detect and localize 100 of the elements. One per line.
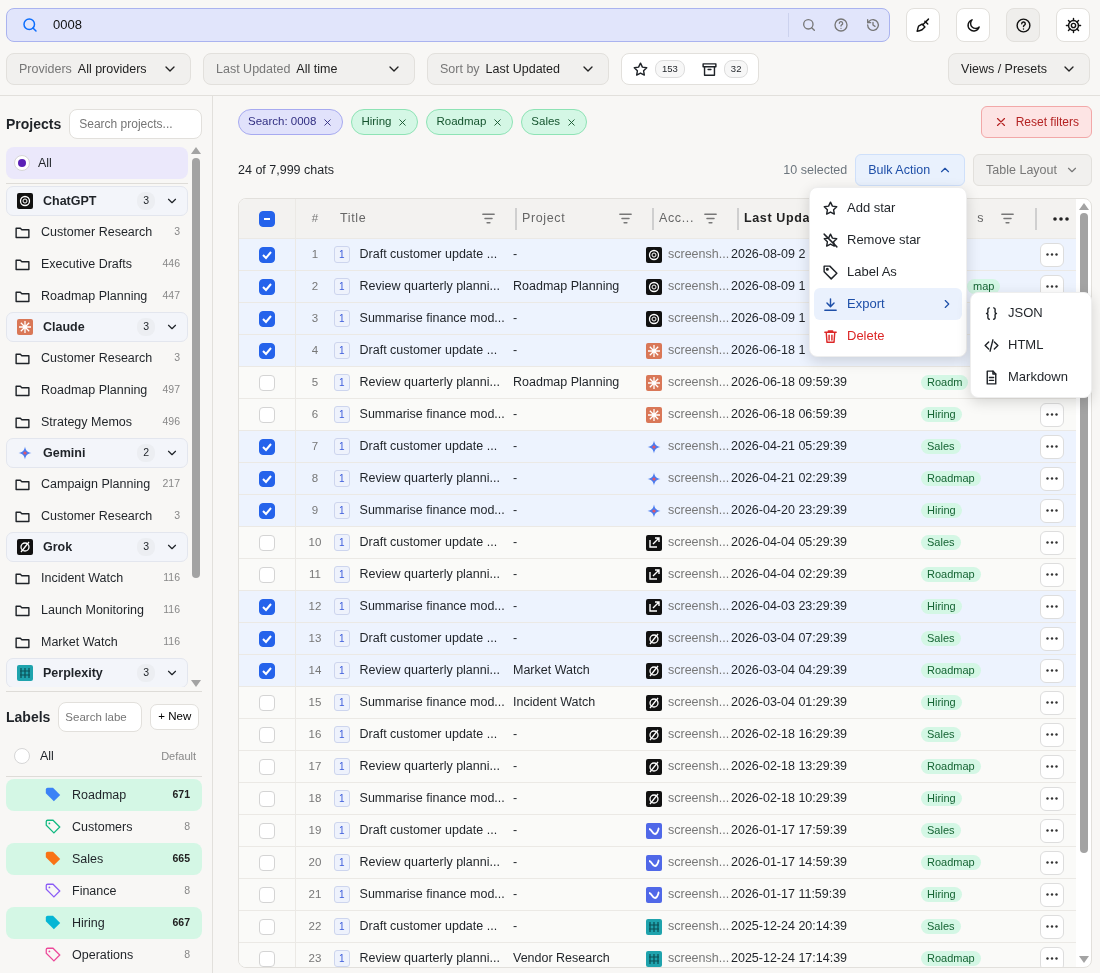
- row-number: 10: [307, 534, 323, 550]
- account-cell-text: screensh...: [668, 854, 730, 872]
- label-tag: Roadmap: [921, 759, 981, 774]
- updated-cell-text: 2025-12-24 20:14:39: [731, 918, 849, 936]
- filter-value: Last Updated: [485, 60, 560, 78]
- label-tag: Sales: [921, 919, 961, 934]
- message-count-badge: 1: [334, 886, 350, 903]
- label-tag: Hiring: [921, 791, 962, 806]
- provider-name: Perplexity: [43, 664, 104, 682]
- chip-label: Hiring: [361, 114, 392, 130]
- menu-item-label: HTML: [1008, 336, 1044, 355]
- project-cell-text: -: [512, 630, 519, 648]
- count-badge: 32: [723, 59, 749, 79]
- label-tag: Sales: [921, 727, 961, 742]
- chip-label: Sales: [531, 114, 561, 130]
- label-name: Hiring: [72, 914, 106, 932]
- row-number: 22: [307, 918, 323, 934]
- row-number: 5: [310, 374, 320, 390]
- column-header: Project: [522, 210, 566, 228]
- provider-name: Claude: [43, 318, 86, 336]
- account-cell-text: screensh...: [668, 950, 730, 967]
- row-number: 17: [307, 758, 323, 774]
- row-number: 3: [310, 310, 320, 326]
- label-tag: Roadmap: [921, 855, 981, 870]
- row-number: 6: [310, 406, 320, 422]
- count-badge: 153: [655, 59, 685, 79]
- account-cell-text: screensh...: [668, 918, 730, 936]
- project-cell-text: Roadmap Planning: [512, 374, 621, 392]
- project-cell-text: -: [512, 438, 519, 456]
- project-cell-text: -: [512, 886, 519, 904]
- folder-name: Roadmap Planning: [41, 381, 149, 399]
- message-count-badge: 1: [334, 566, 350, 583]
- updated-cell-text: 2026-08-09 2: [731, 246, 807, 264]
- row-number: 8: [310, 470, 320, 486]
- updated-cell-text: 2026-04-20 23:29:39: [731, 502, 849, 520]
- count-badge: 3: [137, 192, 155, 210]
- project-cell-text: -: [512, 406, 519, 424]
- account-cell-text: screensh...: [668, 726, 730, 744]
- project-cell-text: -: [512, 566, 519, 584]
- row-number: 7: [310, 438, 320, 454]
- column-header: Acc...: [659, 210, 694, 228]
- folder-count: 116: [163, 602, 180, 618]
- folder-name: Strategy Memos: [41, 413, 133, 431]
- project-cell-text: Roadmap Planning: [512, 278, 621, 296]
- filter-label: Providers: [19, 60, 72, 78]
- message-count-badge: 1: [334, 694, 350, 711]
- label-name: Operations: [72, 946, 135, 964]
- updated-cell-text: 2025-12-24 17:14:39: [731, 950, 849, 967]
- count-badge: 2: [137, 444, 155, 462]
- folder-count: 3: [174, 508, 180, 524]
- item-label: All: [38, 154, 52, 172]
- message-count-badge: 1: [334, 246, 350, 263]
- account-cell-text: screensh...: [668, 598, 730, 616]
- count-badge: 3: [137, 318, 155, 336]
- label-count: 8: [184, 819, 190, 835]
- label-tag: Roadmap: [921, 567, 981, 582]
- account-cell-text: screensh...: [668, 438, 730, 456]
- message-count-badge: 1: [334, 726, 350, 743]
- account-cell-text: screensh...: [668, 502, 730, 520]
- row-number: 20: [307, 854, 323, 870]
- label-tag: Sales: [921, 631, 961, 646]
- message-count-badge: 1: [334, 662, 350, 679]
- column-header: Last Upda: [744, 210, 811, 228]
- column-header: s: [977, 210, 984, 228]
- message-count-badge: 1: [334, 278, 350, 295]
- project-cell-text: -: [512, 822, 519, 840]
- updated-cell-text: 2026-04-21 02:29:39: [731, 470, 849, 488]
- account-cell-text: screensh...: [668, 406, 730, 424]
- folder-name: Customer Research: [41, 349, 154, 367]
- row-number: 16: [307, 726, 323, 742]
- label-count: 665: [172, 851, 190, 867]
- updated-cell-text: 2026-06-18 09:59:39: [731, 374, 849, 392]
- folder-count: 3: [174, 350, 180, 366]
- message-count-badge: 1: [334, 854, 350, 871]
- message-count-badge: 1: [334, 918, 350, 935]
- label-name: Customers: [72, 818, 134, 836]
- label-tag: Roadm: [921, 375, 969, 390]
- label-name: Finance: [72, 882, 118, 900]
- folder-name: Roadmap Planning: [41, 287, 149, 305]
- selected-count: 10 selected: [783, 161, 848, 179]
- folder-count: 116: [163, 634, 180, 650]
- account-cell-text: screensh...: [668, 310, 730, 328]
- message-count-badge: 1: [334, 374, 350, 391]
- updated-cell-text: 2026-04-04 05:29:39: [731, 534, 849, 552]
- project-cell-text: -: [512, 726, 519, 744]
- project-cell-text: -: [512, 246, 519, 264]
- row-number: 19: [307, 822, 323, 838]
- folder-name: Campaign Planning: [41, 475, 152, 493]
- folder-count: 497: [162, 382, 180, 398]
- updated-cell-text: 2026-03-04 01:29:39: [731, 694, 849, 712]
- row-number: 18: [307, 790, 323, 806]
- account-cell-text: screensh...: [668, 758, 730, 776]
- project-cell-text: -: [512, 502, 519, 520]
- account-cell-text: screensh...: [668, 822, 730, 840]
- row-number: 1: [310, 246, 320, 262]
- section-title: Labels: [6, 707, 51, 727]
- updated-cell-text: 2026-04-03 23:29:39: [731, 598, 849, 616]
- folder-name: Executive Drafts: [41, 255, 133, 273]
- folder-name: Customer Research: [41, 507, 154, 525]
- folder-count: 446: [162, 256, 180, 272]
